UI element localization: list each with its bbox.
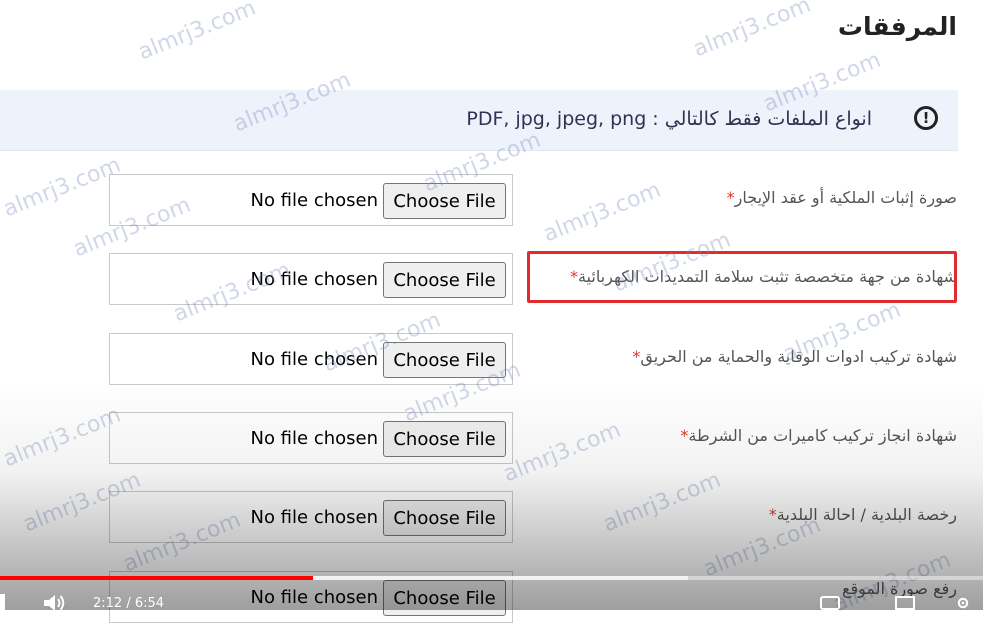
field-label: شهادة انجاز تركيب كاميرات من الشرطة*: [680, 426, 957, 445]
progress-played: [0, 576, 313, 580]
file-input-cameras[interactable]: No file chosen Choose File: [109, 412, 513, 464]
file-types-notice: ! انواع الملفات فقط كالتالي : PDF, jpg, …: [0, 90, 958, 151]
required-asterisk: *: [726, 188, 735, 207]
attachment-row-municipality: No file chosen Choose File رخصة البلدية …: [0, 491, 983, 551]
attachment-row-cameras: No file chosen Choose File شهادة انجاز ت…: [0, 412, 983, 472]
field-label: صورة إثبات الملكية أو عقد الإيجار*: [726, 188, 957, 207]
exclamation-circle-icon: !: [914, 106, 938, 130]
file-input-fire-safety[interactable]: No file chosen Choose File: [109, 333, 513, 385]
player-controls: 2:12 / 6:54: [0, 588, 983, 613]
progress-bar[interactable]: [0, 576, 983, 580]
volume-icon[interactable]: [42, 593, 66, 613]
field-label: رخصة البلدية / احالة البلدية*: [768, 505, 957, 524]
miniplayer-icon[interactable]: [895, 596, 915, 610]
time-display: 2:12 / 6:54: [93, 596, 165, 611]
choose-file-button[interactable]: Choose File: [383, 183, 506, 219]
field-label: شهادة تركيب ادوات الوقاية والحماية من ال…: [632, 347, 957, 366]
attachment-row-fire-safety: No file chosen Choose File شهادة تركيب ا…: [0, 333, 983, 393]
highlight-frame: [527, 251, 957, 303]
file-status: No file chosen: [250, 507, 378, 528]
required-asterisk: *: [768, 505, 777, 524]
choose-file-button[interactable]: Choose File: [383, 262, 506, 298]
choose-file-button[interactable]: Choose File: [383, 342, 506, 378]
file-input-ownership[interactable]: No file chosen Choose File: [109, 174, 513, 226]
file-status: No file chosen: [250, 349, 378, 370]
watermark-text: almrj3.com: [689, 0, 815, 63]
file-input-electrical[interactable]: No file chosen Choose File: [109, 253, 513, 305]
choose-file-button[interactable]: Choose File: [383, 421, 506, 457]
choose-file-button[interactable]: Choose File: [383, 500, 506, 536]
pause-icon[interactable]: [0, 594, 8, 612]
subtitles-icon[interactable]: [820, 596, 840, 610]
file-status: No file chosen: [250, 190, 378, 211]
file-input-municipality[interactable]: No file chosen Choose File: [109, 491, 513, 543]
section-title: المرفقات: [837, 12, 957, 41]
watermark-text: almrj3.com: [134, 0, 260, 66]
file-status: No file chosen: [250, 428, 378, 449]
attachment-row-ownership: No file chosen Choose File صورة إثبات ال…: [0, 174, 983, 234]
settings-gear-icon[interactable]: [953, 596, 973, 610]
file-types-text: انواع الملفات فقط كالتالي : PDF, jpg, jp…: [466, 108, 872, 130]
file-status: No file chosen: [250, 269, 378, 290]
